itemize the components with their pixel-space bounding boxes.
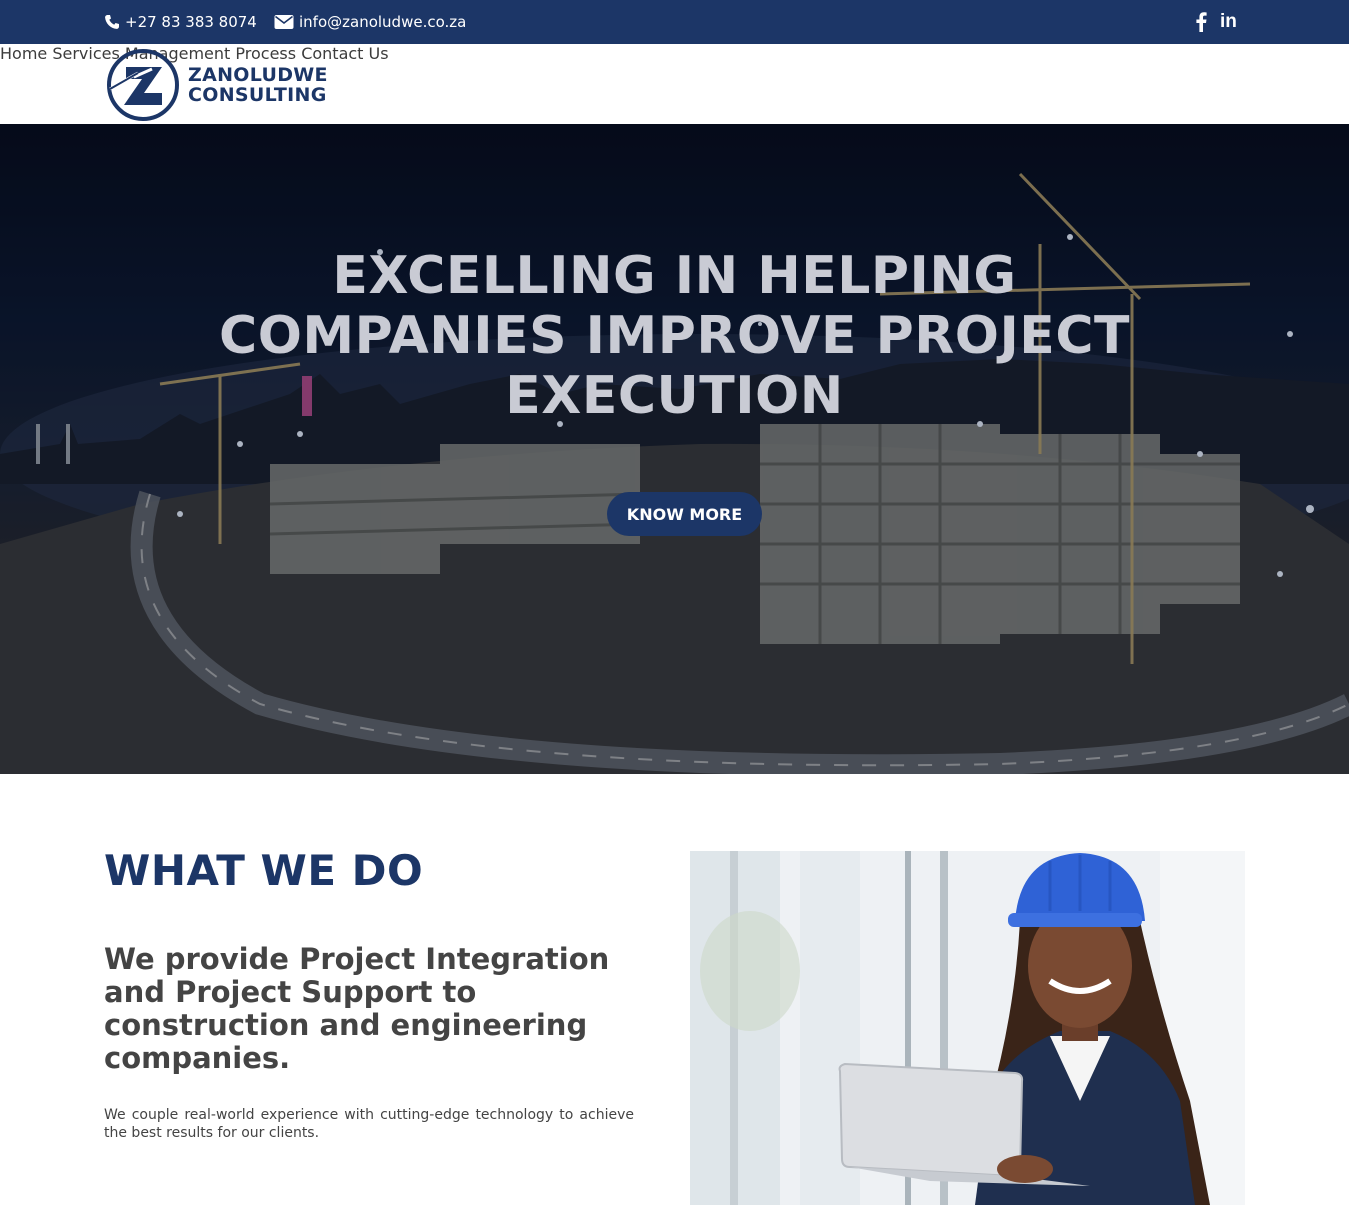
hero-title-line-1: EXCELLING IN HELPING — [332, 246, 1017, 306]
logo[interactable]: ZANOLUDWE CONSULTING — [104, 48, 328, 121]
phone-contact[interactable]: +27 83 383 8074 — [104, 0, 257, 44]
what-we-do-body: We couple real-world experience with cut… — [104, 1107, 634, 1141]
engineer-with-laptop-photo — [690, 851, 1245, 1205]
linkedin-link[interactable]: in — [1220, 0, 1237, 44]
what-we-do-subheading: We provide Project Integration and Proje… — [104, 942, 610, 1075]
email-address: info@zanoludwe.co.za — [299, 13, 467, 31]
nav-home[interactable]: Home — [0, 44, 47, 63]
hero-title: EXCELLING IN HELPING COMPANIES IMPROVE P… — [200, 246, 1149, 426]
know-more-button[interactable]: KNOW MORE — [607, 492, 762, 536]
hero-title-line-3: EXECUTION — [505, 366, 844, 426]
what-we-do-heading: WHAT WE DO — [104, 846, 424, 895]
top-contact-bar: +27 83 383 8074 info@zanoludwe.co.za in — [0, 0, 1349, 44]
facebook-icon — [1196, 12, 1207, 32]
logo-mark-icon — [107, 48, 179, 121]
email-contact[interactable]: info@zanoludwe.co.za — [274, 0, 466, 44]
linkedin-icon: in — [1220, 11, 1237, 32]
logo-line-2: CONSULTING — [188, 83, 327, 106]
construction-site-night-image — [0, 124, 1349, 774]
logo-line-1: ZANOLUDWE — [188, 63, 328, 86]
facebook-link[interactable] — [1195, 0, 1207, 44]
phone-icon — [105, 15, 119, 29]
site-header: ZANOLUDWE CONSULTING Home Services Manag… — [0, 44, 1349, 124]
logo-text: ZANOLUDWE CONSULTING — [188, 65, 328, 105]
hero-title-line-2: COMPANIES IMPROVE PROJECT — [219, 306, 1130, 366]
envelope-icon — [274, 15, 294, 29]
phone-number: +27 83 383 8074 — [125, 13, 257, 31]
hero-banner: EXCELLING IN HELPING COMPANIES IMPROVE P… — [0, 124, 1349, 774]
